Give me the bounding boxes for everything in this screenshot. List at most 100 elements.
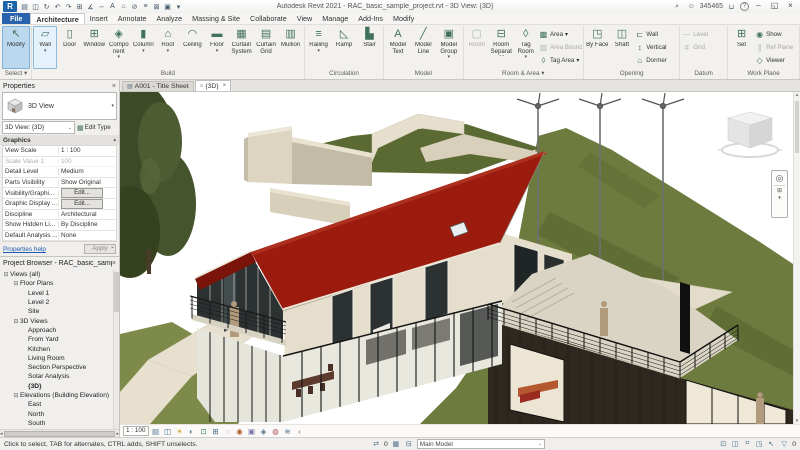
area-button[interactable]: ▩Area▾ <box>539 28 582 40</box>
tree-item--3d-[interactable]: {3D} <box>0 382 119 391</box>
minimize-button[interactable]: – <box>752 1 765 12</box>
tree-item-approach[interactable]: Approach <box>0 326 119 335</box>
steering-wheel-icon[interactable]: ◎ <box>776 173 784 183</box>
door-button[interactable]: ▯Door <box>57 26 82 69</box>
select-links-icon[interactable]: ⊡ <box>718 440 728 448</box>
canvas-vertical-scrollbar[interactable]: ▴ ▾ <box>793 92 800 424</box>
tree-item-east[interactable]: East <box>0 400 119 409</box>
mullion-button[interactable]: ▥Mullion <box>278 26 303 69</box>
floor-button[interactable]: ▬Floor▾ <box>205 26 230 69</box>
properties-help-link[interactable]: Properties help <box>3 246 46 253</box>
tree-item-kitchen[interactable]: Kitchen <box>0 344 119 353</box>
design-options-icon[interactable]: ⊟ <box>404 440 414 448</box>
expander-icon[interactable]: ⊟ <box>12 318 20 325</box>
ribbon-tab-view[interactable]: View <box>292 13 317 24</box>
ribbon-tab-annotate[interactable]: Annotate <box>113 13 152 24</box>
ribbon-tab-architecture[interactable]: Architecture <box>30 13 84 24</box>
temporary-hide-isolate-icon[interactable]: ◌ <box>223 426 233 436</box>
tree-item-3d-views[interactable]: ⊟3D Views <box>0 316 119 325</box>
tree-item-floor-plans[interactable]: ⊟Floor Plans <box>0 279 119 288</box>
qat-close-hidden-windows-icon[interactable]: ⊠ <box>151 1 162 12</box>
tree-item-site[interactable]: Site <box>0 307 119 316</box>
tag-area-button[interactable]: ◊Tag Area▾ <box>539 54 582 66</box>
scroll-up-icon[interactable]: ▴ <box>794 92 800 98</box>
zoom-icon[interactable]: ⊞ <box>777 188 782 194</box>
view-tab--3d-[interactable]: ⌂{3D}× <box>195 80 231 91</box>
reveal-constraints-icon[interactable]: ◍ <box>271 426 281 436</box>
ribbon-tab-file[interactable]: File <box>2 13 30 24</box>
model-text-button[interactable]: AModel Text <box>385 26 410 69</box>
type-selector[interactable]: 3D View ▾ <box>2 92 117 120</box>
curtain-system-button[interactable]: ▦Curtain System <box>229 26 254 69</box>
show-crop-region-icon[interactable]: ⊞ <box>211 426 221 436</box>
tag-room-button[interactable]: ◊Tag Room▾ <box>513 26 537 69</box>
tree-item-north[interactable]: North <box>0 409 119 418</box>
search-icon[interactable]: ⌕ <box>672 3 683 11</box>
expander-icon[interactable]: ⊟ <box>12 280 20 287</box>
crop-view-icon[interactable]: ⊡ <box>199 426 209 436</box>
close-view-icon[interactable]: × <box>223 83 227 89</box>
ribbon-tab-collaborate[interactable]: Collaborate <box>245 13 292 24</box>
active-workset-select[interactable]: Main Model ⌄ <box>417 439 545 449</box>
tree-item-living-room[interactable]: Living Room <box>0 354 119 363</box>
tree-item-south[interactable]: South <box>0 419 119 428</box>
qat-redo-icon[interactable]: ↷ <box>63 1 74 12</box>
model-group-button[interactable]: ▣Model Group▾ <box>436 26 461 69</box>
scroll-right-icon[interactable]: ▸ <box>116 431 119 437</box>
close-button[interactable]: × <box>784 1 797 12</box>
help-icon[interactable]: ? <box>740 2 749 11</box>
tree-item-level-2[interactable]: Level 2 <box>0 298 119 307</box>
reveal-hidden-elements-icon[interactable]: ◉ <box>235 426 245 436</box>
graphics-section-header[interactable]: Graphics ▴ <box>0 135 119 145</box>
collapse-icon[interactable]: ‹ <box>295 426 305 436</box>
window-button[interactable]: ⊞Window <box>82 26 107 69</box>
account-icon[interactable]: ☺ <box>686 3 697 10</box>
scrollbar-thumb[interactable] <box>795 101 799 153</box>
revit-logo-icon[interactable]: R <box>3 1 17 12</box>
ribbon-group-label[interactable]: Select ▾ <box>2 69 30 79</box>
wall-button[interactable]: ▱Wall▾ <box>33 26 58 69</box>
railing-button[interactable]: ≡Railing▾ <box>306 26 331 69</box>
drag-on-selection-icon[interactable]: ↖ <box>766 440 776 448</box>
show-analytical-model-icon[interactable]: ◈ <box>259 426 269 436</box>
qat-section-icon[interactable]: ⊘ <box>129 1 140 12</box>
qat-undo-icon[interactable]: ↶ <box>52 1 63 12</box>
ribbon-tab-massing-site[interactable]: Massing & Site <box>187 13 245 24</box>
browser-horizontal-scrollbar[interactable]: ◂ ▸ <box>0 429 119 437</box>
tree-item-from-yard[interactable]: From Yard <box>0 335 119 344</box>
view-scale-button[interactable]: 1 : 100 <box>123 426 149 436</box>
select-by-face-icon[interactable]: ◳ <box>754 440 764 448</box>
expander-icon[interactable]: ⊟ <box>12 392 20 399</box>
ribbon-tab-modify[interactable]: Modify <box>388 13 419 24</box>
expander-icon[interactable]: ⊟ <box>2 271 10 278</box>
vertical-opening-button[interactable]: ↕Vertical <box>635 41 678 53</box>
view-canvas[interactable]: ◎ ⊞ ▾ ▴ ▾ <box>120 92 800 424</box>
ribbon-tab-add-ins[interactable]: Add-Ins <box>353 13 388 24</box>
shaft-button[interactable]: ◫Shaft <box>610 26 635 69</box>
qat-print-icon[interactable]: ⊞ <box>74 1 85 12</box>
shadows-icon[interactable]: ◐ <box>187 426 197 436</box>
close-icon[interactable]: × <box>112 260 116 267</box>
browser-vertical-scrollbar[interactable] <box>113 270 119 429</box>
worksharing-display-icon[interactable]: ≋ <box>283 426 293 436</box>
qat-text-icon[interactable]: A <box>107 1 118 12</box>
model-line-button[interactable]: ╱Model Line <box>411 26 436 69</box>
qat-thin-lines-icon[interactable]: ≡ <box>140 1 151 12</box>
ribbon-tab-manage[interactable]: Manage <box>317 13 353 24</box>
component-button[interactable]: ◈Component▾ <box>107 26 132 69</box>
navigation-bar[interactable]: ◎ ⊞ ▾ <box>771 170 788 218</box>
scroll-left-icon[interactable]: ◂ <box>0 431 3 437</box>
filter-icon[interactable]: ▽ <box>779 440 789 448</box>
select-pinned-icon[interactable]: ⌗ <box>742 440 752 448</box>
visibility-graphi--edit-button[interactable]: Edit... <box>61 188 103 198</box>
show-button[interactable]: ◉Show <box>755 28 798 40</box>
cart-icon[interactable]: ⊔ <box>726 3 737 11</box>
instance-selector[interactable]: 3D View: {3D} ⌄ <box>2 121 75 134</box>
tree-item-solar-analysis[interactable]: Solar Analysis <box>0 372 119 381</box>
room-separator-button[interactable]: ⊟Room Separator <box>489 26 513 69</box>
view-tab-a001-title-sheet[interactable]: ▤A001 - Title Sheet <box>122 81 194 91</box>
qat-default-3d-view-icon[interactable]: ⌂ <box>118 1 129 12</box>
close-icon[interactable]: × <box>112 83 116 90</box>
roof-button[interactable]: ⌂Roof▾ <box>156 26 181 69</box>
tree-item-elevations-building-elevation-[interactable]: ⊟Elevations (Building Elevation) <box>0 391 119 400</box>
